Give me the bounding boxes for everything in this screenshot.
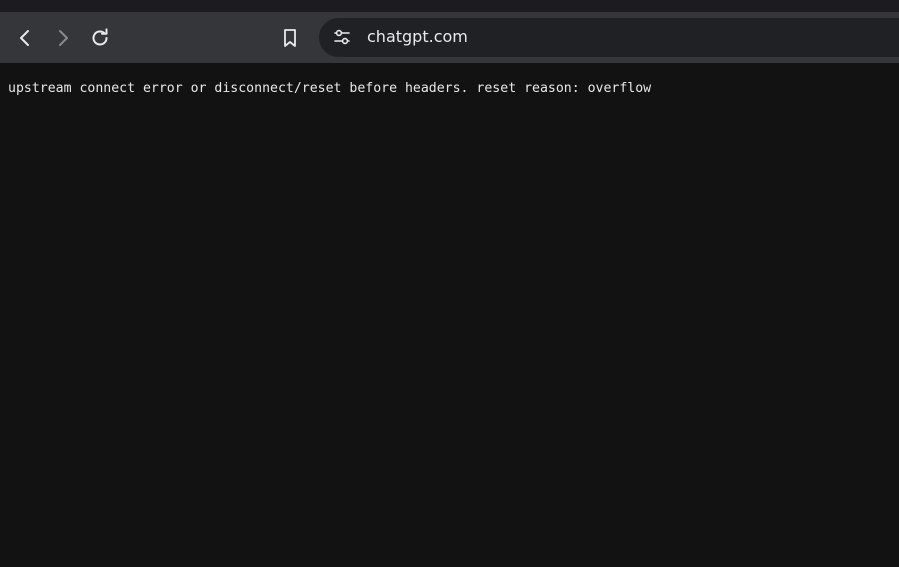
reload-button[interactable] — [86, 24, 114, 52]
address-bar[interactable]: chatgpt.com — [319, 18, 899, 57]
chevron-right-icon — [59, 30, 68, 46]
tune-icon — [334, 29, 350, 45]
forward-button[interactable] — [49, 24, 77, 52]
error-message: upstream connect error or disconnect/res… — [8, 81, 652, 96]
bookmark-icon — [284, 29, 296, 47]
window-top-strip — [0, 0, 899, 12]
chevron-left-icon — [20, 30, 29, 46]
page-content: upstream connect error or disconnect/res… — [0, 63, 899, 567]
url-text[interactable]: chatgpt.com — [367, 27, 468, 47]
site-info-button[interactable] — [328, 23, 356, 51]
browser-toolbar: chatgpt.com — [0, 12, 899, 63]
reload-icon — [92, 28, 108, 46]
back-button[interactable] — [11, 24, 39, 52]
bookmark-button[interactable] — [276, 24, 304, 52]
